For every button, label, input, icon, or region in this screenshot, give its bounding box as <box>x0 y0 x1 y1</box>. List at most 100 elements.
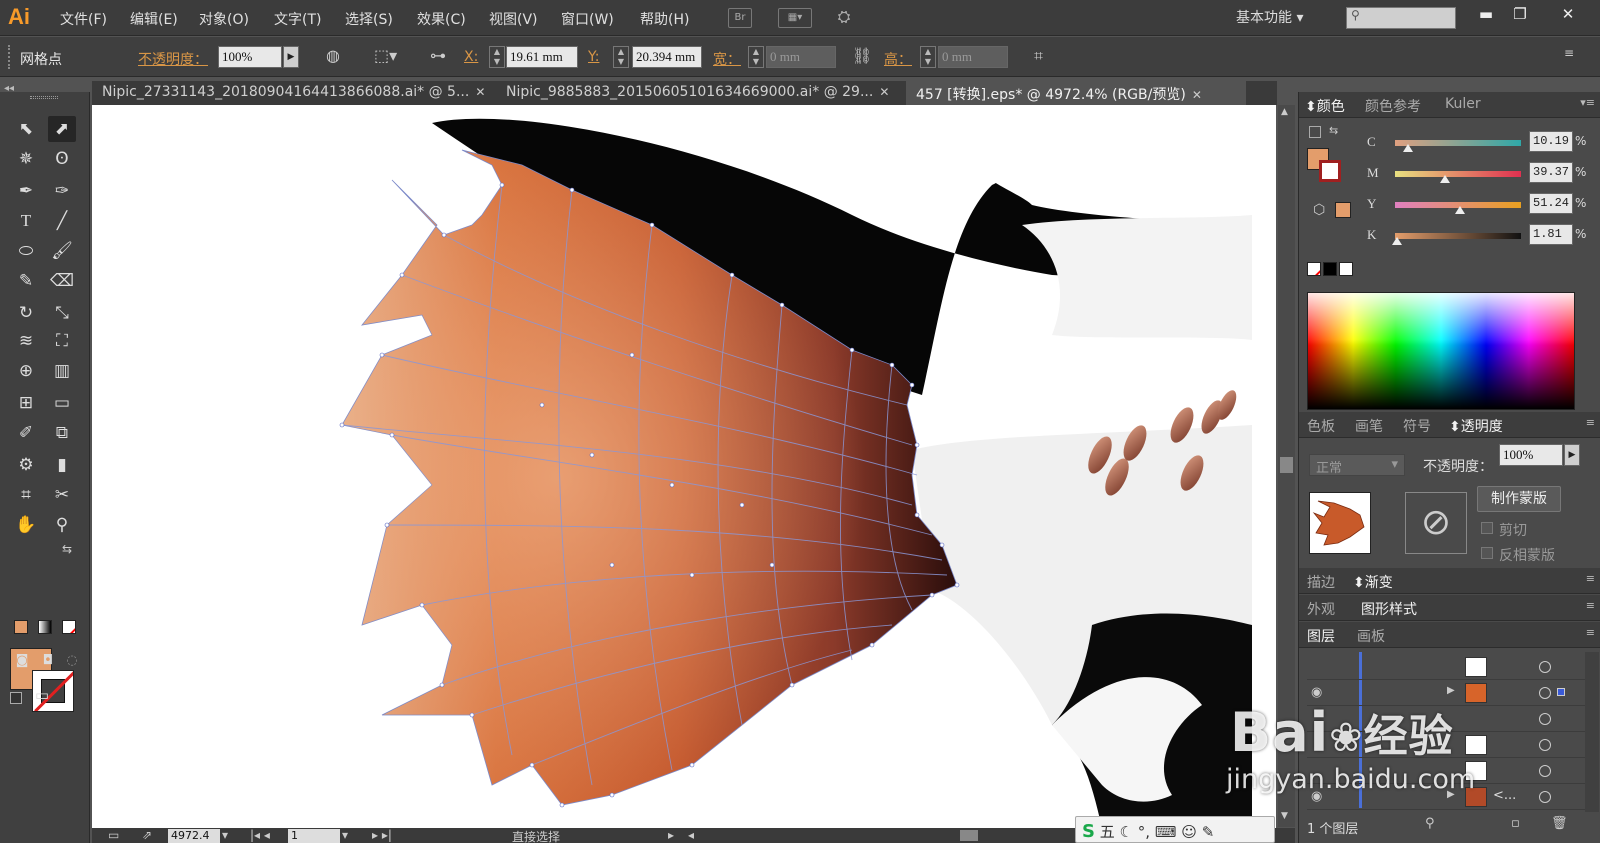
draw-normal-icon[interactable]: ◙ <box>8 648 36 674</box>
black-color-swatch[interactable] <box>1323 262 1337 276</box>
menu-window[interactable]: 窗口(W) <box>561 9 614 29</box>
tab-kuler[interactable]: Kuler <box>1445 96 1481 112</box>
ellipse-tool-icon[interactable]: ⬭ <box>12 238 40 264</box>
menu-file[interactable]: 文件(F) <box>60 9 107 29</box>
cyan-value-input[interactable]: 10.19 <box>1529 131 1573 152</box>
menu-view[interactable]: 视图(V) <box>489 9 538 29</box>
lasso-tool-icon[interactable]: ʘ <box>48 146 76 172</box>
tab-appearance[interactable]: 外观 <box>1307 599 1335 619</box>
y-input[interactable]: 20.394 mm <box>632 46 702 68</box>
gradient-tool-icon[interactable]: ▭ <box>48 390 76 416</box>
opacity-input[interactable]: 100% <box>218 46 282 68</box>
make-mask-button[interactable]: 制作蒙版 <box>1477 486 1561 512</box>
tools-grip[interactable] <box>30 96 58 99</box>
eyedropper-tool-icon[interactable]: ✐ <box>12 420 40 446</box>
panel-menu-icon[interactable]: ≡ <box>1564 46 1574 60</box>
first-artboard-icon[interactable]: |◂ ◂ <box>250 828 270 842</box>
scale-tool-icon[interactable]: ⤡ <box>48 300 76 326</box>
graph-tool-icon[interactable]: ▮ <box>48 452 76 478</box>
warp-tool-icon[interactable]: ≋ <box>12 328 40 354</box>
x-label[interactable]: X: <box>464 49 478 65</box>
menu-edit[interactable]: 编辑(E) <box>130 9 178 29</box>
tab-color[interactable]: ⬍颜色 <box>1305 96 1345 116</box>
tab-document-1[interactable]: Nipic_27331143_20180904164413866088.ai* … <box>92 81 496 105</box>
magenta-value-input[interactable]: 39.37 <box>1529 162 1573 183</box>
y-stepper[interactable]: ▲ ▼ <box>613 46 629 68</box>
panel-menu-icon[interactable]: ≡ <box>1586 572 1595 585</box>
export-icon[interactable]: ⇗ <box>142 828 152 842</box>
height-stepper[interactable]: ▲ ▼ <box>920 46 936 68</box>
tab-close-icon[interactable]: ✕ <box>1192 88 1202 102</box>
tab-layers[interactable]: 图层 <box>1307 626 1335 646</box>
x-stepper[interactable]: ▲ ▼ <box>489 46 505 68</box>
zoom-menu-icon[interactable]: ▭ <box>108 828 119 842</box>
next-artboard-icon[interactable]: ▸ ▸| <box>372 828 392 842</box>
tab-swatches[interactable]: 色板 <box>1307 416 1335 436</box>
tab-document-3[interactable]: 457 [转换].eps* @ 4972.4% (RGB/预览) ✕ <box>906 81 1246 105</box>
pencil-tool-icon[interactable]: ✎ <box>12 268 40 294</box>
tab-artboards[interactable]: 画板 <box>1357 626 1385 646</box>
yellow-value-input[interactable]: 51.24 <box>1529 193 1573 214</box>
restore-icon[interactable]: ❐ <box>1506 2 1534 26</box>
transparency-opacity-input[interactable]: 100% <box>1499 444 1563 466</box>
clip-checkbox[interactable] <box>1481 522 1493 534</box>
artboard-canvas[interactable] <box>92 105 1276 828</box>
locate-object-icon[interactable]: ⚲ <box>1425 816 1435 831</box>
target-icon[interactable] <box>1539 687 1551 699</box>
hand-tool-icon[interactable]: ✋ <box>12 512 40 538</box>
y-label[interactable]: Y: <box>588 49 599 65</box>
new-layer-icon[interactable]: ▫ <box>1511 816 1520 831</box>
scroll-thumb[interactable] <box>1280 457 1293 473</box>
scroll-left-icon[interactable]: ◂ <box>688 828 694 842</box>
bridge-button[interactable]: Br <box>728 8 752 28</box>
horizontal-scroll-thumb[interactable] <box>960 830 978 841</box>
tab-graphic-styles[interactable]: 图形样式 <box>1361 599 1417 619</box>
artboard-input[interactable]: 1 <box>288 829 340 843</box>
cyan-slider-thumb[interactable] <box>1402 144 1413 152</box>
direct-selection-tool-icon[interactable]: ⬈ <box>48 116 76 142</box>
target-icon[interactable] <box>1539 661 1551 673</box>
search-input[interactable]: ⚲ <box>1346 7 1456 29</box>
scroll-down-icon[interactable]: ▼ <box>1281 811 1288 821</box>
swap-fill-stroke-icon[interactable]: ⇆ <box>62 542 72 556</box>
selection-tool-icon[interactable]: ⬉ <box>12 116 40 142</box>
artboard-dropdown-icon[interactable]: ▾ <box>342 828 348 842</box>
constrain-proportions-icon[interactable]: ⛓ <box>852 46 872 65</box>
menu-select[interactable]: 选择(S) <box>345 9 393 29</box>
zoom-input[interactable]: 4972.4 <box>168 829 220 843</box>
gradient-mode-icon[interactable] <box>38 620 52 634</box>
cyan-slider-track[interactable] <box>1395 140 1521 146</box>
panel-menu-icon[interactable]: ≡ <box>1586 416 1595 429</box>
paintbrush-tool-icon[interactable]: 🖌 <box>48 238 76 264</box>
magic-wand-tool-icon[interactable]: ✵ <box>12 146 40 172</box>
magenta-slider-thumb[interactable] <box>1439 175 1450 183</box>
default-colors-icon[interactable] <box>10 692 22 704</box>
zoom-tool-icon[interactable]: ⚲ <box>48 512 76 538</box>
mesh-tool-icon[interactable]: ⊞ <box>12 390 40 416</box>
free-transform-tool-icon[interactable]: ⛶ <box>48 328 76 354</box>
punctuation-icon[interactable]: °, <box>1138 823 1150 841</box>
panel-menu-icon[interactable]: ≡ <box>1586 599 1595 612</box>
artboard-tool-icon[interactable]: ⌗ <box>12 482 40 508</box>
perspective-tool-icon[interactable]: ▥ <box>48 358 76 384</box>
curvature-tool-icon[interactable]: ✑ <box>48 178 76 204</box>
magenta-slider-track[interactable] <box>1395 171 1521 177</box>
symbol-sprayer-tool-icon[interactable]: ⚙ <box>12 452 40 478</box>
tab-close-icon[interactable]: ✕ <box>475 85 485 99</box>
slice-tool-icon[interactable]: ✂ <box>48 482 76 508</box>
trash-icon[interactable]: 🗑 <box>1551 816 1568 831</box>
object-thumbnail[interactable] <box>1309 492 1371 554</box>
tab-close-icon[interactable]: ✕ <box>879 85 889 99</box>
align-icon[interactable]: ⬚▾ <box>374 46 397 65</box>
tab-symbols[interactable]: 符号 <box>1403 416 1431 436</box>
recolor-icon[interactable]: ◍ <box>326 46 340 65</box>
draw-inside-icon[interactable]: ◌ <box>58 648 86 674</box>
user-icon[interactable]: ☺ <box>1181 823 1197 841</box>
blend-mode-select[interactable]: 正常 ▾ <box>1309 454 1405 476</box>
eraser-tool-icon[interactable]: ⌫ <box>48 268 76 294</box>
selection-indicator[interactable] <box>1557 688 1565 696</box>
tab-brushes[interactable]: 画笔 <box>1355 416 1383 436</box>
workspace-switcher[interactable]: 基本功能 ▾ <box>1236 7 1303 27</box>
x-input[interactable]: 19.61 mm <box>506 46 578 68</box>
pen-tool-icon[interactable]: ✒ <box>12 178 40 204</box>
